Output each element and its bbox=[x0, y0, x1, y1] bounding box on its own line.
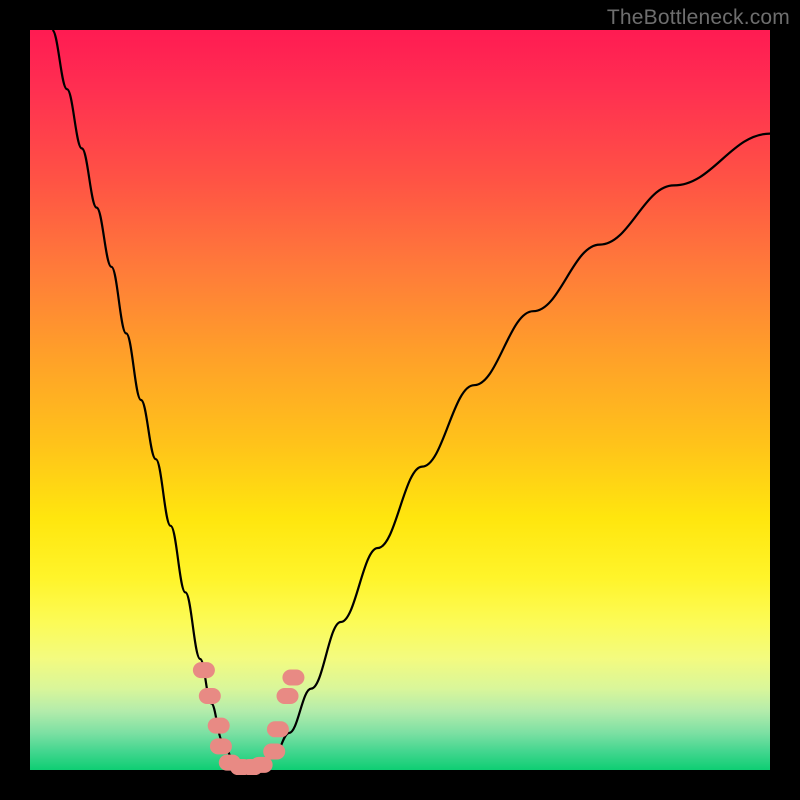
chart-frame: TheBottleneck.com bbox=[0, 0, 800, 800]
curve-svg bbox=[30, 30, 770, 770]
highlight-dot bbox=[263, 744, 285, 760]
highlight-dot bbox=[277, 688, 299, 704]
watermark-text: TheBottleneck.com bbox=[607, 6, 790, 30]
highlight-dot bbox=[199, 688, 221, 704]
highlight-dot bbox=[282, 670, 304, 686]
bottleneck-curve bbox=[52, 30, 770, 768]
highlight-dot bbox=[267, 721, 289, 737]
highlight-dots bbox=[193, 662, 305, 775]
highlight-dot bbox=[210, 738, 232, 754]
highlight-dot bbox=[208, 718, 230, 734]
highlight-dot bbox=[193, 662, 215, 678]
plot-area bbox=[30, 30, 770, 770]
